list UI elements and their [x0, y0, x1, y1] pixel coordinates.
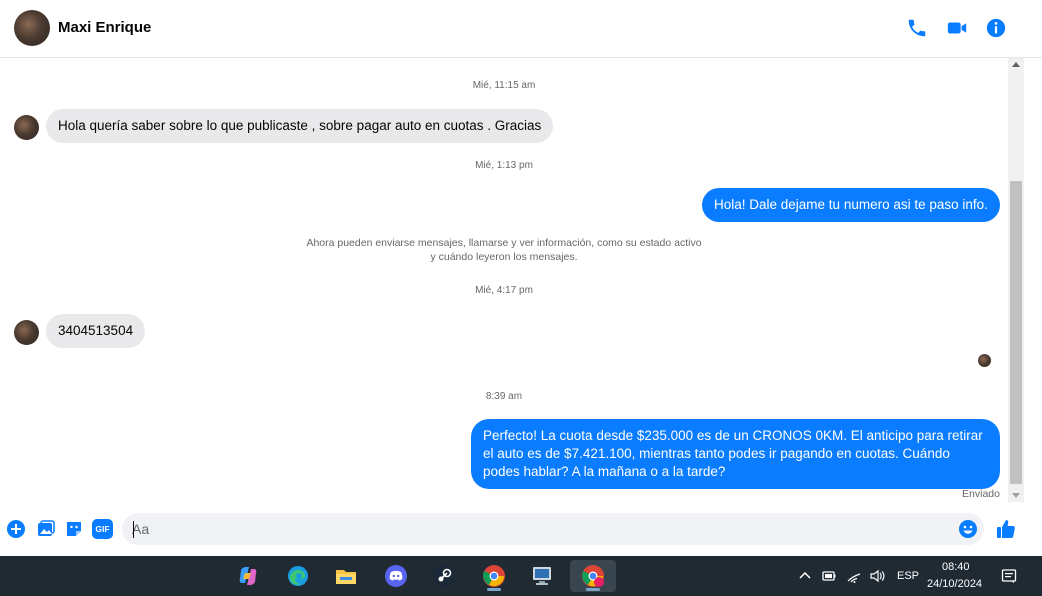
phone-icon[interactable] — [906, 17, 928, 39]
message-input[interactable] — [132, 513, 952, 545]
battery-icon[interactable] — [821, 568, 837, 584]
running-indicator — [487, 588, 501, 591]
plus-icon[interactable] — [6, 519, 26, 539]
taskbar-steam[interactable] — [424, 560, 464, 592]
image-icon[interactable] — [36, 519, 56, 539]
timestamp: Mié, 11:15 am — [472, 80, 536, 91]
active-indicator — [586, 588, 600, 591]
windows-taskbar: ESP 08:40 24/10/2024 — [0, 556, 1042, 596]
message-input-container[interactable] — [122, 513, 984, 545]
taskbar-network-monitor[interactable] — [522, 560, 562, 592]
edge-icon — [288, 566, 308, 586]
chat-scrollbar[interactable] — [1008, 58, 1024, 502]
contact-name[interactable]: Maxi Enrique — [58, 19, 151, 36]
video-icon[interactable] — [946, 17, 968, 39]
steam-icon — [433, 565, 455, 587]
timestamp: Mié, 1:13 pm — [475, 160, 533, 171]
incoming-message[interactable]: 3404513504 — [46, 314, 146, 348]
chat-header: Maxi Enrique — [0, 0, 1042, 58]
copilot-icon — [239, 567, 257, 585]
system-notice-line: Ahora pueden enviarse mensajes, llamarse… — [306, 237, 702, 249]
language-indicator[interactable]: ESP — [897, 570, 919, 582]
system-notice: Ahora pueden enviarse mensajes, llamarse… — [280, 236, 728, 264]
scroll-down-arrow[interactable] — [1012, 493, 1020, 498]
taskbar-copilot[interactable] — [228, 560, 268, 592]
taskbar-discord[interactable] — [376, 560, 416, 592]
system-notice-line: y cuándo leyeron los mensajes. — [430, 251, 578, 263]
timestamp: 8:39 am — [485, 391, 523, 402]
message-status: Enviado — [962, 488, 1000, 500]
messenger-window: Maxi Enrique Mié, 11:15 am Hola quería s… — [0, 0, 1042, 596]
scroll-up-arrow[interactable] — [1012, 62, 1020, 67]
outgoing-message[interactable]: Perfecto! La cuota desde $235.000 es de … — [471, 419, 1000, 489]
notifications-icon[interactable] — [1001, 568, 1017, 584]
message-composer: GIF — [0, 508, 1042, 552]
taskbar-chrome-profile[interactable] — [570, 560, 616, 592]
gif-icon[interactable]: GIF — [92, 519, 113, 539]
taskbar-chrome[interactable] — [474, 560, 514, 592]
taskbar-file-explorer[interactable] — [326, 560, 366, 592]
taskbar-edge[interactable] — [278, 560, 318, 592]
wifi-icon[interactable] — [846, 568, 862, 584]
chrome-profile-icon — [582, 565, 604, 587]
network-monitor-icon — [533, 567, 551, 585]
contact-avatar-small[interactable] — [14, 320, 39, 345]
discord-icon — [385, 565, 407, 587]
message-list: Mié, 11:15 am Hola quería saber sobre lo… — [0, 58, 1008, 504]
chevron-up-icon[interactable] — [797, 568, 813, 584]
outgoing-message[interactable]: Hola! Dale dejame tu numero asi te paso … — [702, 188, 1000, 222]
text-caret — [133, 521, 134, 538]
clock-time[interactable]: 08:40 — [942, 561, 970, 573]
chrome-icon — [483, 565, 505, 587]
scroll-thumb[interactable] — [1010, 181, 1022, 484]
incoming-message[interactable]: Hola quería saber sobre lo que publicast… — [46, 109, 554, 143]
like-icon[interactable] — [995, 518, 1017, 540]
seen-indicator-avatar — [978, 354, 991, 367]
clock-date[interactable]: 24/10/2024 — [927, 578, 982, 590]
file-explorer-icon — [336, 570, 356, 584]
contact-avatar-small[interactable] — [14, 115, 39, 140]
timestamp: Mié, 4:17 pm — [475, 285, 533, 296]
volume-icon[interactable] — [869, 568, 885, 584]
info-icon[interactable] — [985, 17, 1007, 39]
sticker-icon[interactable] — [64, 519, 84, 539]
contact-avatar[interactable] — [14, 10, 50, 46]
emoji-icon[interactable] — [958, 519, 978, 539]
